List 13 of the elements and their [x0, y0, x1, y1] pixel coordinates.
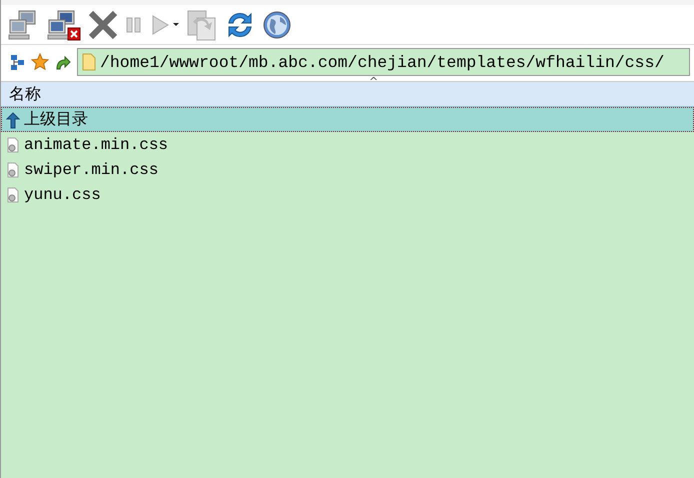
computers-disconnect-icon[interactable]: [46, 8, 82, 42]
file-row[interactable]: animate.min.css: [1, 132, 694, 157]
file-gear-icon: [6, 186, 20, 204]
file-row[interactable]: swiper.min.css: [1, 157, 694, 182]
path-field[interactable]: /home1/wwwroot/mb.abc.com/chejian/templates/wfhailin/css/: [77, 48, 690, 76]
file-row[interactable]: yunu.css: [1, 182, 694, 207]
file-gear-icon: [6, 136, 20, 154]
sort-indicator: ^: [369, 75, 378, 88]
file-gear-icon: [6, 160, 20, 178]
folder-icon: [82, 53, 96, 71]
file-row[interactable]: 上级目录: [1, 107, 694, 132]
tree-icon[interactable]: [9, 53, 27, 71]
star-icon[interactable]: [31, 53, 49, 71]
